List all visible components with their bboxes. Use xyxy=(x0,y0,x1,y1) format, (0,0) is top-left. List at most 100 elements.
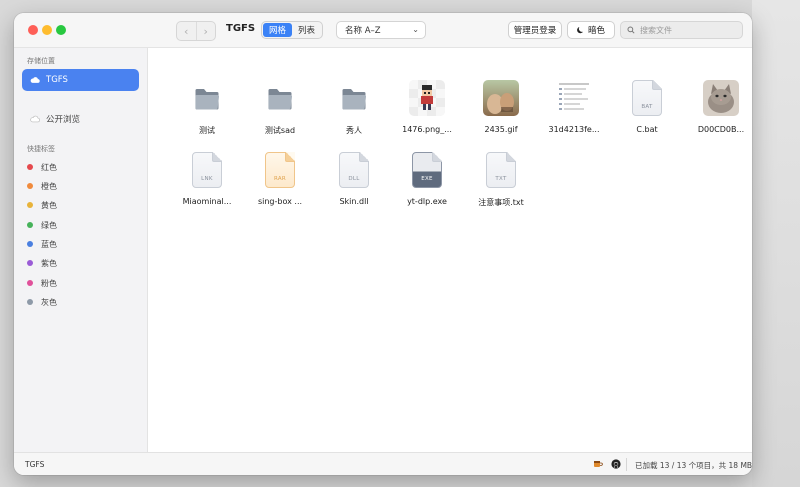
file-icon-wrapper: RAR xyxy=(262,152,298,190)
file-extension-label: EXE xyxy=(421,176,433,182)
file-item[interactable]: D00CD0B... xyxy=(685,80,752,146)
cat-photo-thumbnail xyxy=(703,80,739,116)
file-icon-wrapper: EXE xyxy=(409,152,445,190)
search-input[interactable] xyxy=(640,25,735,35)
current-location: TGFS xyxy=(25,460,45,469)
lnk-file-icon: LNK xyxy=(192,152,222,188)
tag-item-pink[interactable]: 粉色 xyxy=(27,276,57,290)
file-extension-label: LNK xyxy=(201,176,213,182)
tag-color-dot xyxy=(27,222,33,228)
forward-button[interactable]: › xyxy=(195,22,216,40)
file-icon-wrapper: BAT xyxy=(629,80,665,118)
document-screenshot-thumbnail xyxy=(556,80,592,116)
chevron-updown-icon: ⌄ xyxy=(412,25,419,34)
image-thumbnail-wrapper xyxy=(483,80,519,118)
photo-thumbnail xyxy=(483,80,519,116)
file-item[interactable]: 测试sad xyxy=(244,80,316,146)
file-extension-label: BAT xyxy=(641,104,653,110)
file-name: 秀人 xyxy=(346,126,362,135)
file-name: 1476.png_... xyxy=(402,125,452,134)
file-name: 2435.gif xyxy=(484,125,518,134)
tag-label: 橙色 xyxy=(41,181,57,191)
file-name: 测试 xyxy=(199,126,215,135)
sidebar: 存储位置 TGFS 公开浏览 快捷标签 红色 橙色 黄色 绿色 蓝色 紫色 粉色… xyxy=(14,48,148,452)
tag-label: 蓝色 xyxy=(41,239,57,249)
file-name: yt-dlp.exe xyxy=(407,197,447,206)
image-thumbnail-wrapper xyxy=(409,80,445,118)
navigation-buttons: ‹ › xyxy=(176,21,216,41)
back-button[interactable]: ‹ xyxy=(177,22,196,40)
sidebar-item-label: TGFS xyxy=(46,75,68,85)
tag-item-gray[interactable]: 灰色 xyxy=(27,295,57,309)
file-extension-label: TXT xyxy=(495,176,507,182)
tag-color-dot xyxy=(27,299,33,305)
file-extension-label: RAR xyxy=(273,176,287,182)
dark-mode-label: 暗色 xyxy=(587,26,605,36)
file-name: D00CD0B... xyxy=(697,125,745,134)
dark-mode-button[interactable]: 暗色 xyxy=(567,21,615,39)
file-grid: 测试 测试sad 秀人 1476.png_... 2435.gif 31d421… xyxy=(148,48,752,452)
file-name: Miaominal... xyxy=(182,197,232,206)
sort-select[interactable]: 名称 A–Z ⌄ xyxy=(336,21,426,39)
zoom-window-button[interactable] xyxy=(56,25,66,35)
folder-icon xyxy=(268,89,293,110)
folder-icon xyxy=(195,89,220,110)
coffee-icon[interactable] xyxy=(593,459,603,469)
sidebar-item-label: 公开浏览 xyxy=(46,115,81,125)
sort-select-value: 名称 A–Z xyxy=(345,26,381,36)
close-window-button[interactable] xyxy=(28,25,38,35)
file-item[interactable]: BAT C.bat xyxy=(611,80,683,146)
file-browser-window: ‹ › TGFS 网格 列表 名称 A–Z ⌄ 管理员登录 暗色 存储位置 TG… xyxy=(14,13,752,475)
file-name: 注意事项.txt xyxy=(478,198,524,207)
file-name: 测试sad xyxy=(264,126,296,135)
pixel-character-thumbnail xyxy=(409,80,445,116)
status-divider xyxy=(626,458,627,471)
tag-item-green[interactable]: 绿色 xyxy=(27,218,57,232)
image-thumbnail-wrapper xyxy=(556,80,592,118)
tag-item-yellow[interactable]: 黄色 xyxy=(27,198,57,212)
grid-view-button[interactable]: 网格 xyxy=(263,23,292,37)
file-item[interactable]: EXE yt-dlp.exe xyxy=(391,152,463,218)
sidebar-item-public-browse[interactable]: 公开浏览 xyxy=(22,108,139,130)
minimize-window-button[interactable] xyxy=(42,25,52,35)
file-name: Skin.dll xyxy=(339,197,369,206)
cloud-outline-icon xyxy=(30,115,40,123)
file-item[interactable]: 2435.gif xyxy=(465,80,537,146)
txt-file-icon: TXT xyxy=(486,152,516,188)
file-item[interactable]: 1476.png_... xyxy=(391,80,463,146)
bat-file-icon: BAT xyxy=(632,80,662,116)
tag-item-red[interactable]: 红色 xyxy=(27,160,57,174)
tag-label: 黄色 xyxy=(41,200,57,210)
moon-icon xyxy=(577,26,583,34)
tag-item-purple[interactable]: 紫色 xyxy=(27,256,57,270)
tag-color-dot xyxy=(27,280,33,286)
rar-file-icon: RAR xyxy=(265,152,295,188)
tag-label: 红色 xyxy=(41,162,57,172)
file-name: 31d4213fe... xyxy=(548,125,600,134)
tags-section-title: 快捷标签 xyxy=(27,145,55,153)
tag-item-blue[interactable]: 蓝色 xyxy=(27,237,57,251)
file-item[interactable]: DLL Skin.dll xyxy=(318,152,390,218)
admin-login-button[interactable]: 管理员登录 xyxy=(508,21,562,39)
toolbar: ‹ › TGFS 网格 列表 名称 A–Z ⌄ 管理员登录 暗色 xyxy=(14,13,752,48)
list-view-button[interactable]: 列表 xyxy=(292,23,321,37)
file-item[interactable]: LNK Miaominal... xyxy=(171,152,243,218)
folder-icon xyxy=(342,89,367,110)
sidebar-item-tgfs[interactable]: TGFS xyxy=(22,69,139,91)
file-item[interactable]: 31d4213fe... xyxy=(538,80,610,146)
tag-label: 绿色 xyxy=(41,220,57,230)
cloud-icon xyxy=(30,77,40,83)
file-name: sing-box ... xyxy=(257,197,303,206)
file-item[interactable]: TXT 注意事项.txt xyxy=(465,152,537,218)
tag-color-dot xyxy=(27,241,33,247)
file-item[interactable]: 秀人 xyxy=(318,80,390,146)
tag-label: 粉色 xyxy=(41,278,57,288)
tag-item-orange[interactable]: 橙色 xyxy=(27,179,57,193)
file-item[interactable]: 测试 xyxy=(171,80,243,146)
file-item[interactable]: RAR sing-box ... xyxy=(244,152,316,218)
github-icon[interactable] xyxy=(611,459,621,469)
file-icon-wrapper: TXT xyxy=(483,152,519,190)
tag-color-dot xyxy=(27,260,33,266)
tag-label: 灰色 xyxy=(41,297,57,307)
chevron-right-icon: › xyxy=(203,24,208,38)
